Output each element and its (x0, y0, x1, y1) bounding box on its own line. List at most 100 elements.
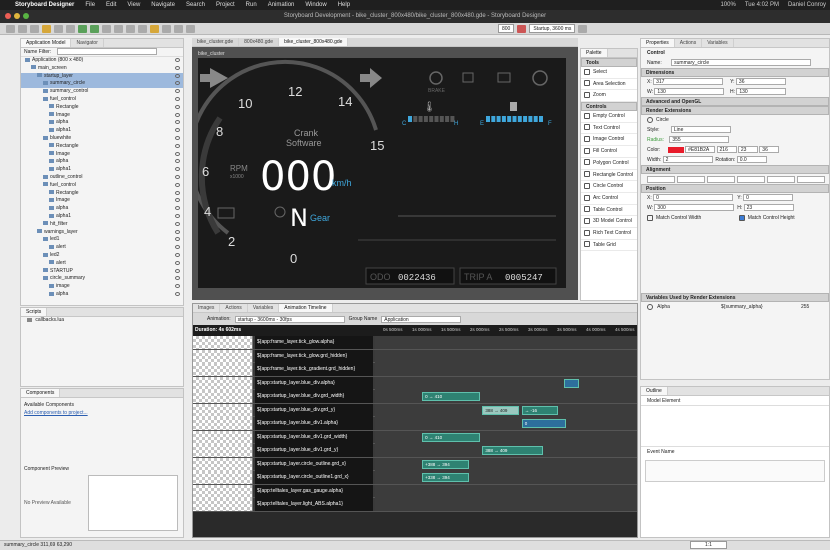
visibility-eye-icon[interactable] (175, 268, 180, 273)
tab-animation-timeline[interactable]: Animation Timeline (279, 304, 333, 312)
palette-item[interactable]: Arc Control (581, 193, 637, 205)
tab-images[interactable]: Images (193, 304, 221, 312)
keyframe-block[interactable]: +388 → 394 (422, 459, 470, 469)
timeline-row[interactable]: ${app:startup_layer.blue_div.grd_width} 0… (193, 390, 637, 404)
play-icon[interactable] (578, 24, 588, 33)
row-track[interactable] (375, 363, 637, 376)
visibility-eye-icon[interactable] (175, 89, 180, 94)
align-center-button[interactable] (677, 176, 705, 183)
color-swatch[interactable] (667, 146, 684, 153)
palette-item[interactable]: Rich Text Control (581, 228, 637, 240)
keyframe-block[interactable]: 388 → 409 (482, 446, 543, 455)
tree-item[interactable]: Image (21, 112, 183, 120)
visibility-eye-icon[interactable] (175, 213, 180, 218)
visibility-eye-icon[interactable] (175, 96, 180, 101)
pos-w-input[interactable]: 300 (654, 204, 735, 212)
tree-item[interactable]: alpha (21, 119, 183, 127)
timeline-row[interactable]: ${app:startup_layer.blue_div.alpha} (193, 376, 637, 390)
timeline-row[interactable]: ${app:telltales_layer.light_ABS.alpha1} (193, 498, 637, 512)
row-track[interactable]: 388 → 409 (375, 444, 637, 457)
visibility-eye-icon[interactable] (175, 198, 180, 203)
advanced-section[interactable]: Advanced and OpenGL (641, 97, 829, 106)
row-track[interactable]: 0 → 410 (375, 390, 637, 403)
tree-item[interactable]: alpha (21, 291, 183, 299)
align-middle-button[interactable] (767, 176, 795, 183)
dimensions-section[interactable]: Dimensions (641, 68, 829, 77)
distribute-icon[interactable] (138, 24, 147, 33)
script-item[interactable]: callbacks.lua (21, 317, 183, 325)
layer-icon[interactable] (150, 24, 159, 33)
keyframe-block[interactable]: 0 (521, 419, 567, 428)
visibility-eye-icon[interactable] (175, 151, 180, 156)
palette-item[interactable]: Rectangle Control (581, 170, 637, 182)
tree-item[interactable]: alpha (21, 205, 183, 213)
tab-navigator[interactable]: Navigator (71, 39, 104, 47)
clock[interactable]: Tue 4:02 PM (745, 2, 779, 8)
timeline-row[interactable]: ${app:startup_layer.circle_outline.grd_x… (193, 457, 637, 471)
tree-item[interactable]: alpha1 (21, 127, 183, 135)
record-icon[interactable] (517, 24, 527, 33)
x-input[interactable]: 317 (653, 78, 724, 86)
zoom-readout[interactable]: 1:1 (690, 541, 727, 549)
row-track[interactable] (375, 376, 637, 390)
keyframe-block[interactable]: +338 → 394 (422, 473, 470, 482)
visibility-eye-icon[interactable] (175, 81, 180, 86)
visibility-eye-icon[interactable] (175, 291, 180, 296)
align-top-button[interactable] (737, 176, 765, 183)
palette-item[interactable]: Image Control (581, 134, 637, 147)
timeline-row[interactable]: ${app:frame_layer.tick_gradient.grd_hidd… (193, 363, 637, 377)
visibility-eye-icon[interactable] (175, 206, 180, 211)
palette-item[interactable]: Table Grid (581, 240, 637, 252)
minimize-window-button[interactable] (14, 13, 20, 19)
timeline-row[interactable]: ${app:startup_layer.blue_div1.alpha} 0 (193, 417, 637, 431)
render-extensions-section[interactable]: Render Extensions (641, 106, 829, 115)
menu-edit[interactable]: Edit (106, 2, 116, 8)
keyframe-block[interactable]: → -16 (521, 405, 559, 415)
palette-group-header[interactable]: Controls (581, 102, 637, 112)
tree-item[interactable]: fuel_control (21, 96, 183, 104)
tree-item[interactable]: Application (800 x 480) (21, 57, 183, 65)
palette-item[interactable]: Area Selection (581, 79, 637, 91)
visibility-eye-icon[interactable] (175, 190, 180, 195)
circle-item[interactable]: Circle (641, 115, 829, 125)
tab-outline[interactable]: Outline (641, 387, 668, 395)
palette-item[interactable]: 3D Model Control (581, 216, 637, 228)
visibility-eye-icon[interactable] (175, 167, 180, 172)
menu-navigate[interactable]: Navigate (151, 2, 175, 8)
tree-item[interactable]: warnings_layer (21, 229, 183, 237)
debug-icon[interactable] (90, 24, 99, 33)
pos-y-input[interactable]: 0 (743, 194, 794, 202)
tree-item[interactable]: led1 (21, 236, 183, 244)
visibility-eye-icon[interactable] (175, 143, 180, 148)
redo-icon[interactable] (66, 24, 75, 33)
undo-icon[interactable] (54, 24, 63, 33)
tree-item[interactable]: alpha (21, 158, 183, 166)
tree-item[interactable]: summary_circle (21, 80, 183, 89)
palette-item[interactable]: Circle Control (581, 181, 637, 193)
tree-item[interactable]: Image (21, 151, 183, 159)
menu-run[interactable]: Run (246, 2, 257, 8)
variables-section[interactable]: Variables Used by Render Extensions (641, 293, 829, 302)
name-input[interactable]: summary_circle (671, 59, 812, 67)
match-width-checkbox[interactable] (647, 214, 653, 221)
row-track[interactable]: 388 → 409 → -16 (375, 403, 637, 417)
tab-components[interactable]: Components (21, 389, 61, 397)
folder-icon[interactable] (42, 24, 51, 33)
color-b-input[interactable]: 36 (759, 146, 780, 154)
row-track[interactable] (375, 349, 637, 363)
keyframe-block[interactable]: 388 → 409 (482, 405, 520, 415)
color-hex-input[interactable]: #E81B2A (685, 146, 716, 154)
menu-search[interactable]: Search (186, 2, 205, 8)
palette-item[interactable]: Empty Control (581, 111, 637, 123)
height-input[interactable]: 130 (736, 88, 787, 96)
timeline-row[interactable]: ${app:frame_layer.tick_glow.grd_hidden} (193, 349, 637, 363)
radius-input[interactable]: 355 (669, 136, 730, 144)
tab-properties[interactable]: Properties (641, 39, 675, 47)
timeline-row[interactable]: ${app:startup_layer.blue_div1.grd_width}… (193, 430, 637, 444)
zoom-out-icon[interactable] (186, 24, 195, 33)
menu-file[interactable]: File (85, 2, 95, 8)
tab-scripts[interactable]: Scripts (21, 308, 48, 316)
align-right-icon[interactable] (126, 24, 135, 33)
timeline-row[interactable]: ${app:startup_layer.blue_div1.grd_y} 388 … (193, 444, 637, 458)
visibility-eye-icon[interactable] (175, 260, 180, 265)
